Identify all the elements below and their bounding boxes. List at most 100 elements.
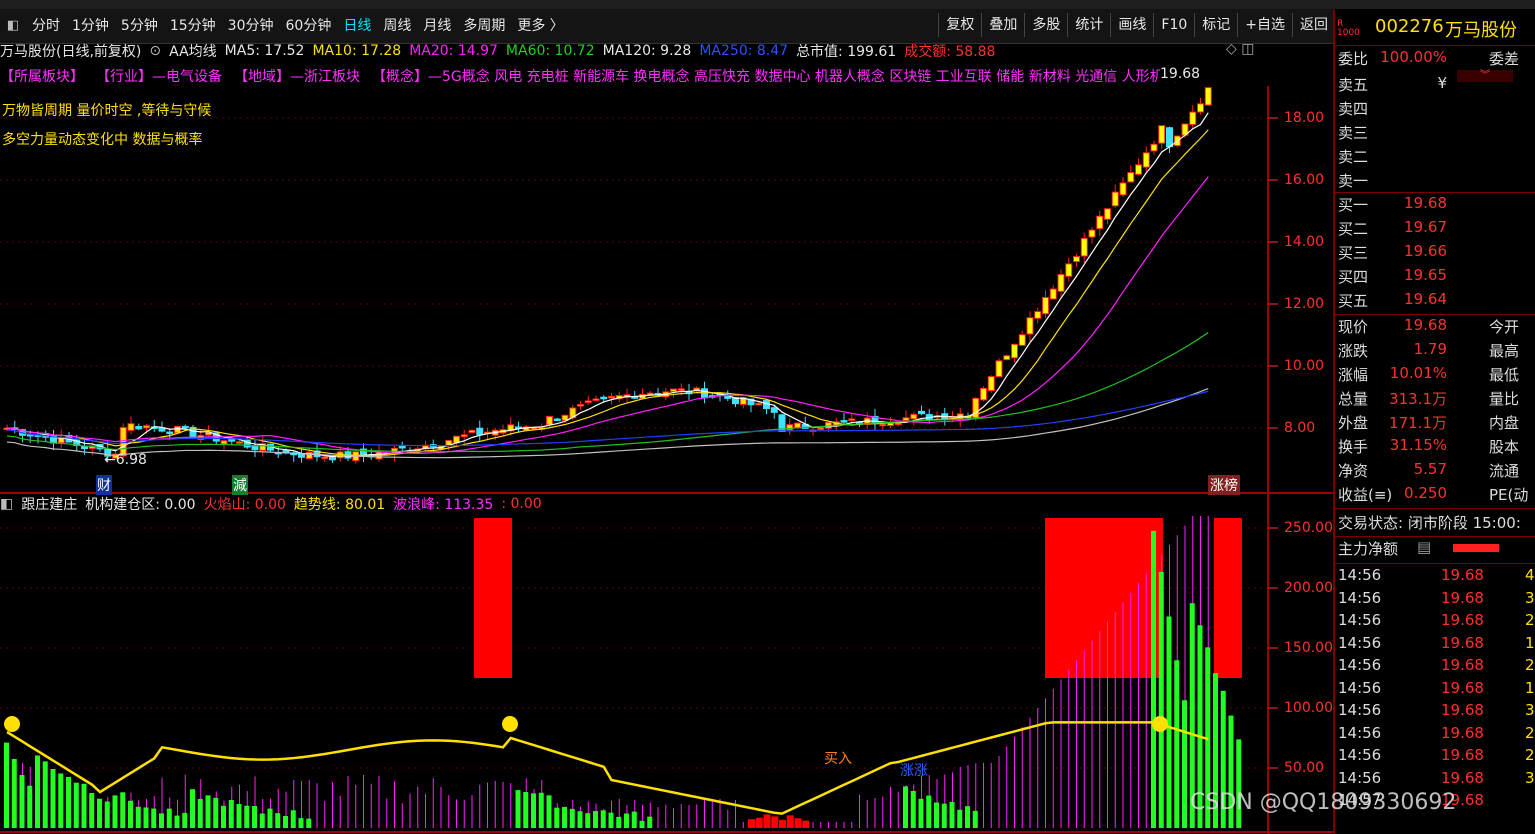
stat-row-2: 涨幅 10.01% 最低 bbox=[1335, 364, 1535, 387]
candle-body bbox=[1111, 191, 1119, 207]
candle-body bbox=[817, 427, 825, 431]
tick-row: 14:56 19.68 14 bbox=[1335, 634, 1535, 657]
tool-button-6[interactable]: 标记 bbox=[1194, 13, 1237, 37]
finance-marker[interactable]: 财 bbox=[96, 475, 112, 495]
period-tab-8[interactable]: 月线 bbox=[417, 15, 457, 35]
inst-volume-bar bbox=[221, 805, 226, 828]
inst-volume-bar bbox=[608, 812, 614, 828]
stat-row-3-value: 313.1万 bbox=[1389, 390, 1447, 408]
inst-volume-bar bbox=[259, 813, 265, 828]
indicator-tick-label: 50.00 bbox=[1284, 760, 1325, 776]
stock-title: 万马股份(日线,前复权) bbox=[0, 44, 142, 60]
candle-body bbox=[840, 420, 848, 423]
candle-body bbox=[584, 400, 592, 403]
tool-button-7[interactable]: +自选 bbox=[1237, 13, 1292, 37]
candle-body bbox=[1073, 255, 1080, 263]
buy-level-1-label: 买一 bbox=[1338, 196, 1369, 214]
trade-state: 交易状态: 闭市阶段 15:00: bbox=[1338, 514, 1521, 532]
limit-up-list-marker[interactable]: 涨榜 bbox=[1208, 475, 1240, 495]
period-tab-2[interactable]: 5分钟 bbox=[115, 15, 164, 35]
period-tab-7[interactable]: 周线 bbox=[377, 15, 417, 35]
candle-body bbox=[282, 450, 290, 453]
inst-volume-bar bbox=[903, 786, 908, 828]
period-tab-4[interactable]: 30分钟 bbox=[222, 15, 280, 35]
ma10-line bbox=[6, 129, 1209, 457]
ma-indicator-name[interactable]: AA均线 bbox=[169, 41, 217, 61]
last-price-label: 19.68 bbox=[1160, 66, 1201, 82]
inst-volume-bar bbox=[213, 797, 219, 828]
ma-dropdown-icon[interactable]: ⊙ bbox=[149, 43, 161, 59]
candle-body bbox=[321, 456, 329, 460]
concept-themes[interactable]: 【概念】—5G概念 风电 充电桩 新能源车 换电概念 高压快充 数据中心 机器人… bbox=[372, 66, 1192, 86]
candle-body bbox=[174, 425, 181, 434]
inst-volume-bar bbox=[957, 809, 963, 828]
candle-body bbox=[1057, 273, 1065, 292]
toolbar-tools: 复权 叠加 多股 统计 画线 F10 标记 +自选 返回 bbox=[938, 13, 1335, 37]
reduce-marker[interactable]: 減 bbox=[232, 475, 248, 495]
main-net-icon[interactable]: ▤ bbox=[1417, 538, 1431, 556]
tool-button-5[interactable]: F10 bbox=[1153, 13, 1194, 37]
inst-volume-bar bbox=[4, 742, 9, 828]
sell-level-1: 卖一 bbox=[1335, 170, 1535, 193]
inst-volume-bar bbox=[306, 818, 312, 828]
inst-volume-bar bbox=[197, 798, 203, 828]
tool-button-3[interactable]: 统计 bbox=[1067, 13, 1110, 37]
buy-level-1-value: 19.68 bbox=[1404, 194, 1447, 212]
stat-row-0: 现价 19.68 今开 bbox=[1335, 316, 1535, 339]
stat-row-0-right: 今开 bbox=[1489, 318, 1520, 336]
tick-price: 19.68 bbox=[1441, 701, 1484, 719]
inst-volume-bar bbox=[275, 813, 281, 828]
buy-level-3-value: 19.66 bbox=[1404, 242, 1447, 260]
candle-body bbox=[670, 388, 677, 393]
inst-volume-bar bbox=[1182, 700, 1187, 828]
candle-body bbox=[1158, 125, 1166, 144]
panel-toggle-icon[interactable]: ◧ bbox=[0, 18, 26, 33]
tick-row: 14:56 19.68 1 bbox=[1335, 679, 1535, 702]
sell-level-4-label: 卖四 bbox=[1338, 100, 1369, 118]
low-price-label: ←6.98 bbox=[104, 452, 147, 468]
candle-body bbox=[600, 396, 608, 400]
tick-volume: 14 bbox=[1525, 633, 1535, 652]
period-tab-6[interactable]: 日线 bbox=[337, 15, 377, 35]
candle-body bbox=[879, 423, 887, 427]
ma20-line bbox=[6, 176, 1209, 454]
period-tab-1[interactable]: 1分钟 bbox=[66, 15, 115, 35]
inst-volume-bar bbox=[531, 793, 536, 828]
concept-region[interactable]: 【地域】—浙江板块 bbox=[234, 66, 360, 86]
tick-volume: 2 bbox=[1525, 746, 1535, 764]
candle-body bbox=[1003, 355, 1011, 361]
tool-button-1[interactable]: 叠加 bbox=[981, 13, 1024, 37]
candle-body bbox=[995, 360, 1003, 378]
ma60-line bbox=[6, 332, 1209, 453]
tick-row: 14:56 19.68 2 bbox=[1335, 611, 1535, 634]
tool-button-4[interactable]: 画线 bbox=[1110, 13, 1153, 37]
period-tab-0[interactable]: 分时 bbox=[26, 15, 66, 35]
stock-header: R 1000 002276 万马股份 bbox=[1335, 16, 1535, 44]
inst-volume-bar bbox=[515, 790, 521, 828]
tick-volume: 22 bbox=[1525, 723, 1535, 742]
candle-body bbox=[577, 404, 584, 407]
main-kline-chart[interactable] bbox=[0, 86, 1333, 494]
period-tab-5[interactable]: 60分钟 bbox=[280, 15, 338, 35]
price-tick-label: 18.00 bbox=[1284, 110, 1325, 126]
concept-industry[interactable]: 【行业】—电气设备 bbox=[96, 66, 222, 86]
inst-volume-bar bbox=[143, 807, 149, 828]
inst-volume-bar bbox=[267, 808, 273, 828]
tick-time: 14:56 bbox=[1338, 701, 1382, 719]
stat-row-6-label: 净资 bbox=[1338, 462, 1369, 480]
sell-level-1-label: 卖一 bbox=[1338, 172, 1369, 190]
inst-volume-bar bbox=[58, 773, 64, 828]
chart-options-icon[interactable]: ◇ ◫ bbox=[1226, 41, 1254, 57]
tool-button-8[interactable]: 返回 bbox=[1292, 13, 1335, 37]
tick-price: 19.68 bbox=[1441, 588, 1484, 607]
period-tab-3[interactable]: 15分钟 bbox=[164, 15, 222, 35]
sell-level-2-label: 卖二 bbox=[1338, 148, 1369, 166]
period-tab-10[interactable]: 更多 〉 bbox=[511, 15, 569, 35]
stat-row-0-value: 19.68 bbox=[1404, 316, 1447, 334]
period-tab-9[interactable]: 多周期 bbox=[457, 15, 511, 35]
concept-sector[interactable]: 【所属板块】 bbox=[0, 66, 84, 86]
inst-volume-bar bbox=[600, 810, 606, 828]
indicator-chart[interactable] bbox=[0, 494, 1333, 834]
tool-button-0[interactable]: 复权 bbox=[938, 13, 981, 37]
tool-button-2[interactable]: 多股 bbox=[1024, 13, 1067, 37]
